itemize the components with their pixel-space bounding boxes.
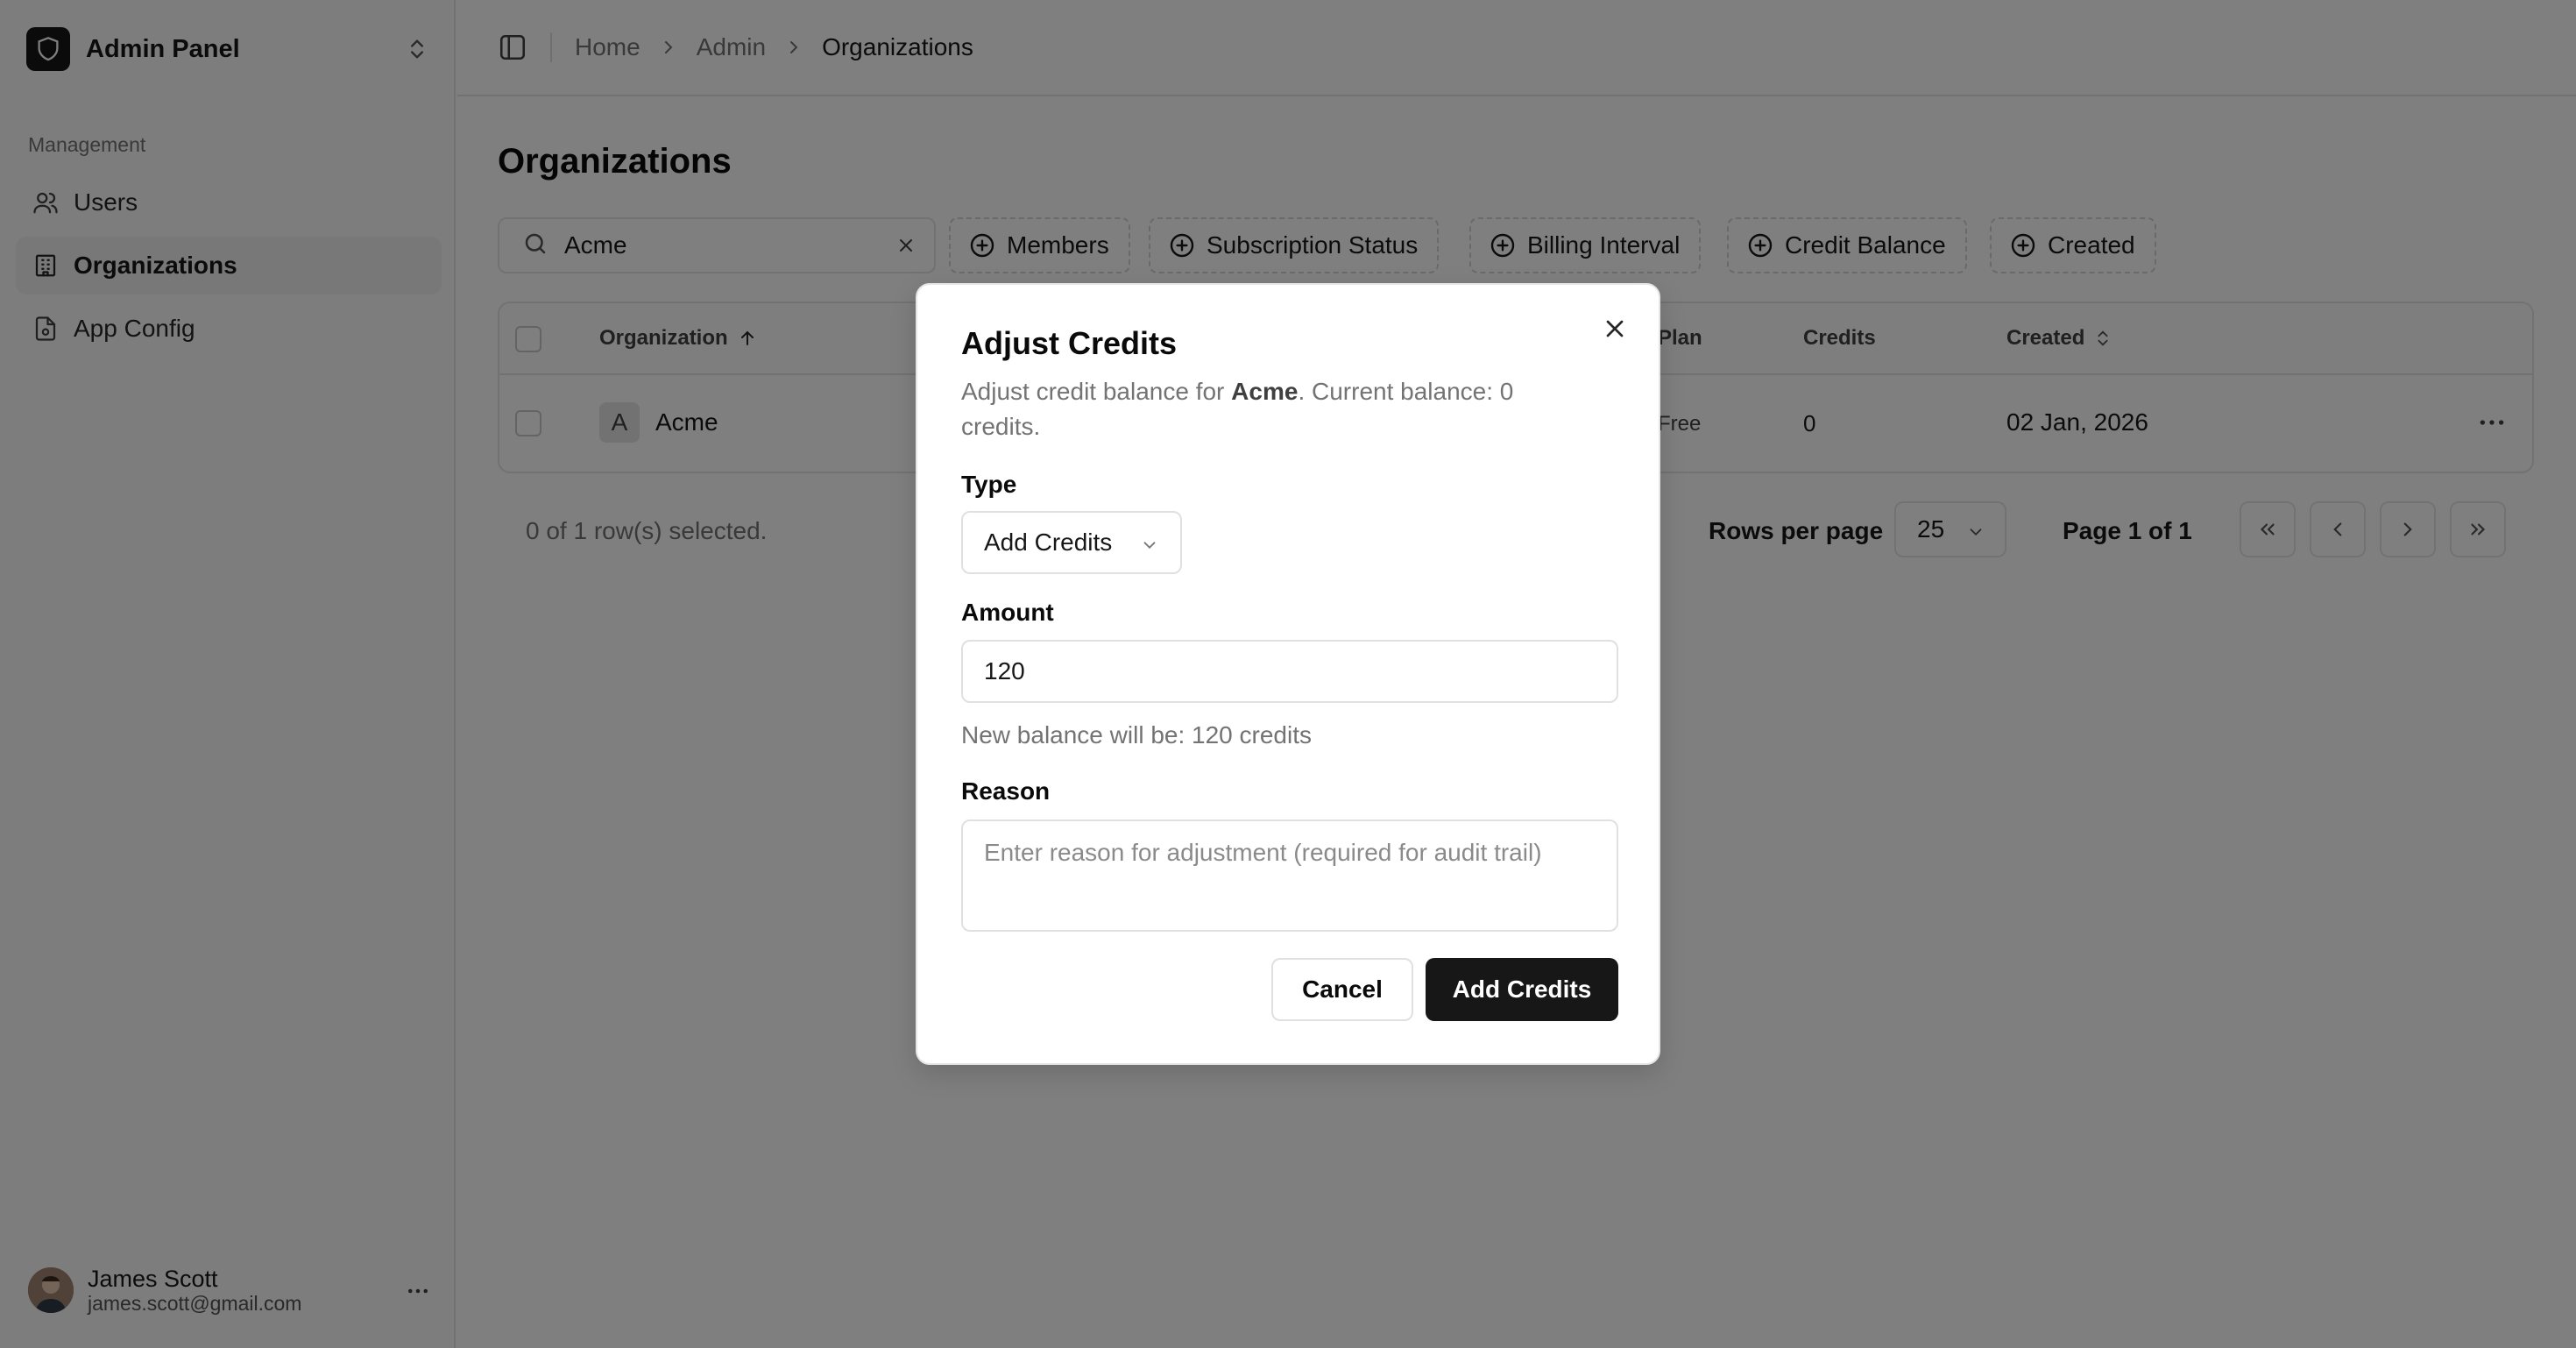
type-value: Add Credits [984,529,1113,556]
add-credits-button[interactable]: Add Credits [1426,958,1618,1021]
dialog-title: Adjust Credits [961,325,1178,361]
reason-textarea[interactable] [961,819,1618,932]
type-label: Type [961,471,1017,498]
amount-input[interactable] [961,640,1618,703]
adjust-credits-dialog: Adjust Credits Adjust credit balance for… [916,283,1660,1065]
new-balance-hint: New balance will be: 120 credits [961,721,1312,748]
chevron-down-icon [1143,542,1156,550]
reason-label: Reason [961,777,1051,805]
type-select[interactable]: Add Credits [961,511,1182,574]
close-icon[interactable] [1601,315,1629,343]
amount-label: Amount [961,599,1054,626]
dialog-org-name: Acme [1231,378,1299,405]
dialog-description: Adjust credit balance for Acme. Current … [961,378,1514,440]
cancel-button[interactable]: Cancel [1271,958,1413,1021]
